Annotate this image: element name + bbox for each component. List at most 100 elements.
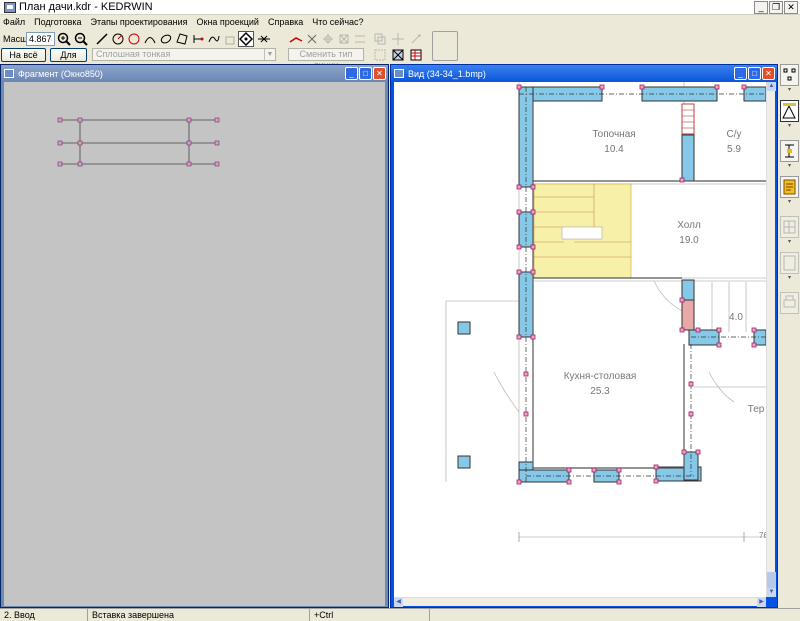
hatch-icon[interactable] xyxy=(320,31,336,47)
room-area: 4.0 xyxy=(729,312,743,323)
chevron-down-icon[interactable]: ▾ xyxy=(780,275,799,281)
menu-file[interactable]: Файл xyxy=(3,17,25,27)
window-icon xyxy=(394,69,404,78)
scroll-thumb[interactable] xyxy=(767,572,776,588)
dimension-label: 76 xyxy=(759,531,766,540)
chevron-down-icon[interactable]: ▾ xyxy=(780,239,799,245)
view-window: Вид (34-34_1.bmp) _ □ ✕ Топочная 10.4 С/… xyxy=(390,64,778,608)
close-icon[interactable]: ✕ xyxy=(784,1,798,14)
diagram-tool-icon[interactable] xyxy=(780,100,799,122)
view-window-titlebar[interactable]: Вид (34-34_1.bmp) xyxy=(391,65,777,82)
tools-icon[interactable] xyxy=(408,31,424,47)
app-titlebar: План дачи.kdr - KEDRWIN _ ❐ ✕ xyxy=(0,0,800,15)
circle-tool-icon[interactable] xyxy=(110,31,126,47)
room-name: Тер xyxy=(748,404,765,415)
snap-icon[interactable] xyxy=(238,31,254,47)
menu-preparation[interactable]: Подготовка xyxy=(34,17,81,27)
cross-icon[interactable] xyxy=(304,31,320,47)
mirror-icon[interactable] xyxy=(352,31,368,47)
ellipse-tool-icon[interactable] xyxy=(158,31,174,47)
nodes-tool-icon[interactable] xyxy=(780,64,799,86)
minimize-icon[interactable]: _ xyxy=(754,1,768,14)
restore-icon[interactable]: ❐ xyxy=(769,1,783,14)
copy-icon[interactable] xyxy=(372,31,388,47)
print-tool-icon[interactable] xyxy=(780,292,799,314)
trim-icon[interactable] xyxy=(256,31,272,47)
fit-window-button[interactable]: На всё окно xyxy=(1,48,46,72)
room-name: Топочная xyxy=(592,129,635,140)
minimize-icon[interactable]: _ xyxy=(734,67,747,80)
room-area: 19.0 xyxy=(679,235,699,246)
text-tool-icon[interactable] xyxy=(780,176,799,198)
maximize-icon[interactable]: □ xyxy=(748,67,761,80)
zoom-out-icon[interactable] xyxy=(73,31,89,47)
chevron-down-icon[interactable]: ▾ xyxy=(780,163,799,169)
change-line-type-button[interactable]: Сменить тип линии xyxy=(288,48,364,70)
room-area: 10.4 xyxy=(604,144,624,155)
window-icon xyxy=(4,69,14,78)
line-tool-icon[interactable] xyxy=(94,31,110,47)
menu-help[interactable]: Справка xyxy=(268,17,303,27)
app-icon xyxy=(4,1,16,13)
menu-projection-windows[interactable]: Окна проекций xyxy=(197,17,259,27)
room-name: С/у xyxy=(727,129,742,140)
menu-bar: Файл Подготовка Этапы проектирования Окн… xyxy=(0,15,800,29)
fragment-canvas[interactable] xyxy=(4,82,385,606)
close-icon[interactable]: ✕ xyxy=(373,67,386,80)
polygon-tool-icon[interactable] xyxy=(174,31,190,47)
room-name: Холл xyxy=(677,220,701,231)
chevron-down-icon[interactable]: ▾ xyxy=(780,87,799,93)
arc-3pt-tool-icon[interactable] xyxy=(142,31,158,47)
scroll-down-icon[interactable]: ▼ xyxy=(767,588,776,597)
room-area: 25.3 xyxy=(590,386,610,397)
status-bar: 2. Ввод изображения Вставка завершена +C… xyxy=(0,608,800,621)
curve-tool-icon[interactable] xyxy=(206,31,222,47)
fragment-window-title: Фрагмент (Окно850) xyxy=(18,68,103,79)
blank-button[interactable] xyxy=(432,31,458,61)
zoom-in-icon[interactable] xyxy=(56,31,72,47)
menu-whats-now[interactable]: Что сейчас? xyxy=(312,17,363,27)
horizontal-scrollbar[interactable]: ◀ ▶ xyxy=(394,597,766,607)
menu-design-stages[interactable]: Этапы проектирования xyxy=(91,17,188,27)
minimize-icon[interactable]: _ xyxy=(345,67,358,80)
dimension-tool-icon[interactable] xyxy=(780,140,799,162)
scale-input[interactable] xyxy=(26,32,55,46)
main-toolbar: Масшт На всё окно Для всех Сплошная тонк… xyxy=(0,29,800,72)
fragment-window-titlebar[interactable]: Фрагмент (Окно850) xyxy=(1,65,388,82)
chevron-down-icon[interactable]: ▼ xyxy=(264,49,275,60)
status-message: Вставка завершена xyxy=(88,609,310,621)
status-empty xyxy=(430,609,800,621)
room-name: Кухня-столовая xyxy=(564,371,637,382)
chevron-down-icon[interactable]: ▾ xyxy=(780,123,799,129)
scroll-up-icon[interactable]: ▲ xyxy=(767,82,776,91)
line-type-value: Сплошная тонкая xyxy=(96,49,171,59)
room-area: 5.9 xyxy=(727,144,741,155)
floor-plan-canvas[interactable]: Топочная 10.4 С/у 5.9 Холл 19.0 Кухня-ст… xyxy=(394,82,766,597)
close-icon[interactable]: ✕ xyxy=(762,67,775,80)
select-area-icon[interactable] xyxy=(372,47,388,63)
chevron-down-icon[interactable]: ▾ xyxy=(780,199,799,205)
vertical-scrollbar[interactable]: ▲ ▼ xyxy=(766,82,776,597)
line-type-select[interactable]: Сплошная тонкая ▼ xyxy=(92,48,276,61)
app-title: План дачи.kdr - KEDRWIN xyxy=(19,1,153,13)
for-all-button[interactable]: Для всех xyxy=(50,48,87,72)
sheet-tool-icon[interactable] xyxy=(780,252,799,274)
fragment-window: Фрагмент (Окно850) _ □ ✕ xyxy=(0,64,389,608)
node-tool-icon[interactable] xyxy=(190,31,206,47)
view-window-title: Вид (34-34_1.bmp) xyxy=(408,68,486,79)
scroll-left-icon[interactable]: ◀ xyxy=(394,598,403,607)
bucket-icon[interactable] xyxy=(222,31,238,47)
status-mode: 2. Ввод изображения xyxy=(0,609,88,621)
line-style-icon[interactable] xyxy=(288,31,304,47)
move-icon[interactable] xyxy=(390,31,406,47)
right-tool-panel: ▾ ▾ ▾ ▾ ▾ ▾ xyxy=(778,64,800,608)
grid-tool-icon[interactable] xyxy=(780,216,799,238)
plan-nodes xyxy=(516,84,757,485)
layers-icon[interactable] xyxy=(390,47,406,63)
maximize-icon[interactable]: □ xyxy=(359,67,372,80)
floor-plan-drawing: Топочная 10.4 С/у 5.9 Холл 19.0 Кухня-ст… xyxy=(445,82,766,542)
arc-tool-icon[interactable] xyxy=(126,31,142,47)
scroll-right-icon[interactable]: ▶ xyxy=(757,598,766,607)
pattern-icon[interactable] xyxy=(336,31,352,47)
table-icon[interactable] xyxy=(408,47,424,63)
